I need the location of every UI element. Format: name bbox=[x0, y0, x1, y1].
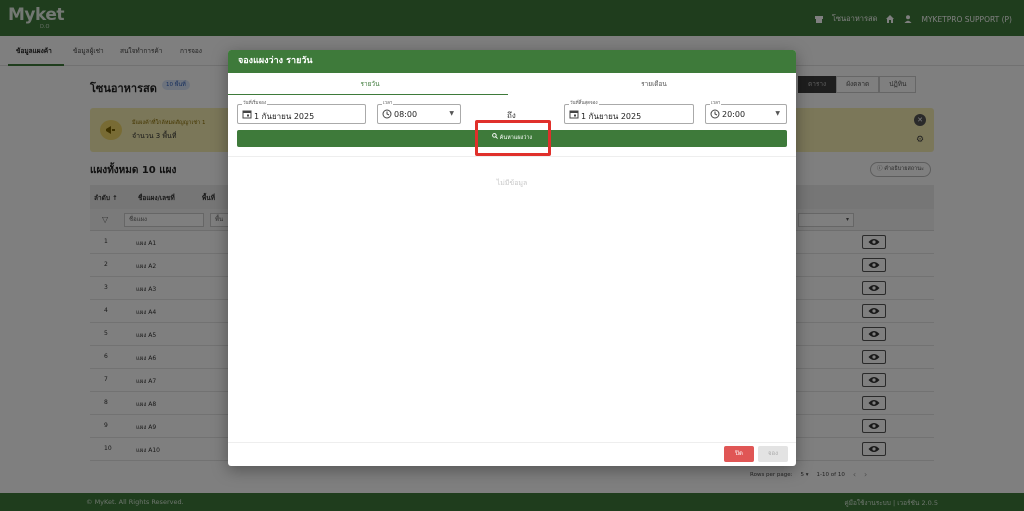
end-date-value: 1 กันยายน 2025 bbox=[581, 112, 642, 121]
active-tab-indicator bbox=[228, 94, 508, 95]
book-button[interactable]: จอง bbox=[758, 446, 788, 462]
chevron-down-icon: ▼ bbox=[449, 110, 454, 117]
chevron-down-icon: ▼ bbox=[775, 110, 780, 117]
calendar-icon bbox=[242, 109, 252, 119]
empty-state-text: ไม่มีข้อมูล bbox=[496, 179, 528, 187]
tab-monthly[interactable]: รายเดือน bbox=[512, 73, 796, 95]
end-date-field[interactable]: วันที่สิ้นสุดจอง 1 กันยายน 2025 bbox=[564, 100, 694, 124]
divider bbox=[228, 156, 796, 157]
close-button[interactable]: ปิด bbox=[724, 446, 754, 462]
start-time-label: เวลา bbox=[382, 100, 394, 107]
start-time-value: 08:00 bbox=[394, 110, 418, 119]
end-time-field[interactable]: เวลา 20:00 ▼ bbox=[705, 100, 787, 124]
start-date-value: 1 กันยายน 2025 bbox=[254, 112, 315, 121]
calendar-icon bbox=[569, 109, 579, 119]
start-date-field[interactable]: วันที่เริ่มจอง 1 กันยายน 2025 bbox=[237, 100, 366, 124]
daily-booking-dialog: จองแผงว่าง รายวัน รายวัน รายเดือน วันที่… bbox=[228, 50, 796, 466]
end-time-value: 20:00 bbox=[722, 110, 746, 119]
dialog-title: จองแผงว่าง รายวัน bbox=[228, 50, 796, 73]
highlight-box bbox=[475, 120, 551, 156]
tab-daily[interactable]: รายวัน bbox=[228, 73, 512, 95]
end-time-label: เวลา bbox=[710, 100, 722, 107]
clock-icon bbox=[710, 109, 720, 119]
end-date-label: วันที่สิ้นสุดจอง bbox=[569, 100, 599, 107]
divider bbox=[228, 442, 796, 443]
start-time-field[interactable]: เวลา 08:00 ▼ bbox=[377, 100, 461, 124]
start-date-label: วันที่เริ่มจอง bbox=[242, 100, 268, 107]
clock-icon bbox=[382, 109, 392, 119]
